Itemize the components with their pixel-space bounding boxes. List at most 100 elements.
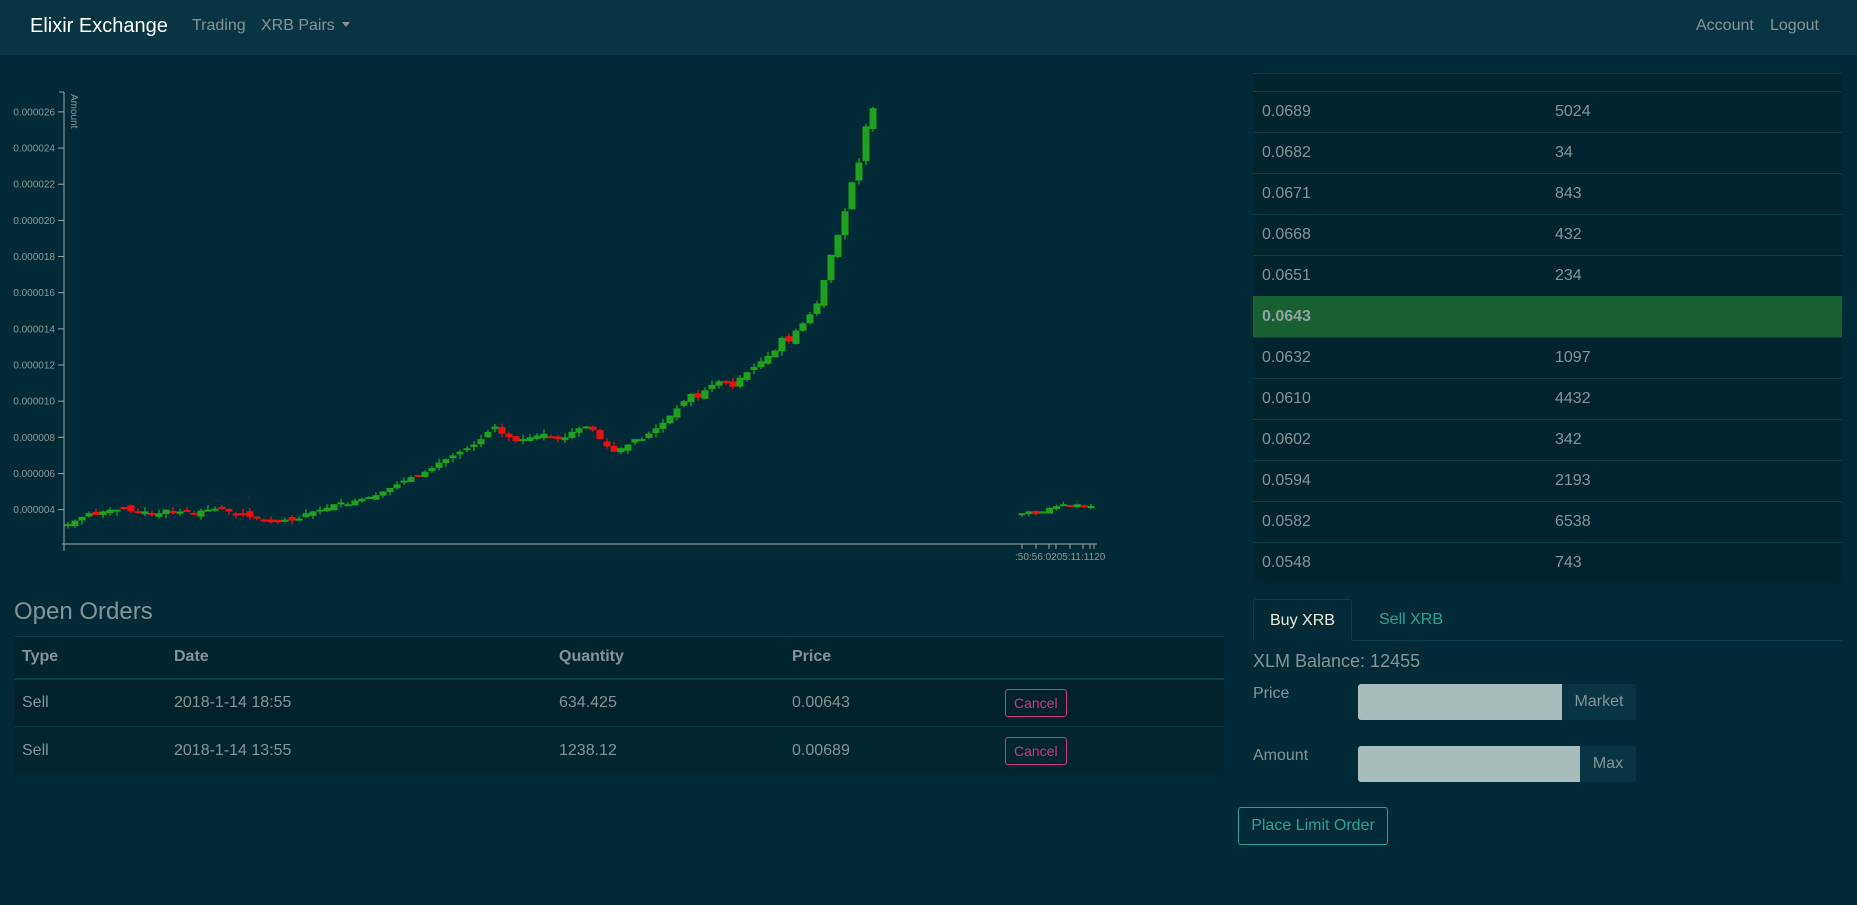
ask-row[interactable]: 0.0651 234 [1253, 255, 1842, 296]
col-date: Date [166, 636, 551, 680]
y-tick-label: 0.000014 [13, 324, 55, 335]
candle-up [799, 323, 807, 331]
order-type: Sell [14, 726, 166, 775]
table-header-row: Type Date Quantity Price [14, 636, 1224, 680]
table-row: Sell 2018-1-14 13:55 1238.12 0.00689 Can… [14, 726, 1224, 775]
candle-up [519, 439, 527, 442]
candle-up [848, 182, 856, 210]
candle-up [470, 444, 478, 448]
ask-row[interactable]: 0.0689 5024 [1253, 91, 1842, 132]
amount-input[interactable] [1358, 746, 1580, 782]
nav-logout[interactable]: Logout [1770, 17, 1819, 35]
candle-up [435, 462, 443, 468]
candle-up [1087, 506, 1095, 509]
bid-row[interactable]: 0.0548 743 [1253, 542, 1842, 583]
navbar: Elixir Exchange Trading XRB Pairs Accoun… [0, 0, 1857, 55]
candles-inset [1018, 501, 1095, 517]
bid-row[interactable]: 0.0602 342 [1253, 419, 1842, 460]
candle-down [120, 507, 128, 510]
tab-sell-xrb[interactable]: Sell XRB [1363, 599, 1459, 641]
y-tick-label: 0.000026 [13, 107, 55, 118]
cancel-order-button[interactable]: Cancel [1005, 688, 1067, 717]
candle-up [358, 498, 366, 502]
candle-up [162, 509, 170, 515]
bid-price: 0.0594 [1262, 472, 1311, 489]
candle-up [176, 511, 184, 514]
candle-up [155, 513, 163, 517]
bid-row[interactable]: 0.0610 4432 [1253, 378, 1842, 419]
trade-tabs: Buy XRB Sell XRB [1253, 599, 1842, 641]
bid-qty: 743 [1555, 554, 1582, 571]
x-axis-ticks [1021, 544, 1095, 549]
candle-down [722, 380, 730, 384]
y-tick-label: 0.000006 [13, 469, 55, 480]
ask-row[interactable]: 0.0668 432 [1253, 214, 1842, 255]
bid-row[interactable]: 0.0594 2193 [1253, 460, 1842, 501]
bid-row[interactable]: 0.0582 6538 [1253, 501, 1842, 542]
nav-xrb-pairs-dropdown[interactable]: XRB Pairs [261, 17, 350, 35]
ask-price: 0.0651 [1262, 267, 1311, 284]
order-date: 2018-1-14 13:55 [166, 726, 551, 775]
candle-down [190, 512, 198, 515]
price-input[interactable] [1358, 684, 1562, 720]
col-actions [997, 636, 1224, 680]
candle-down [246, 511, 254, 517]
nav-trading[interactable]: Trading [192, 17, 246, 35]
ask-qty: 432 [1555, 226, 1582, 243]
candle-up [309, 511, 317, 516]
ask-price: 0.0682 [1262, 144, 1311, 161]
nav-account[interactable]: Account [1696, 17, 1754, 35]
ask-row[interactable]: 0.0682 34 [1253, 132, 1842, 173]
candle-up [813, 303, 821, 314]
candle-down [239, 513, 247, 516]
market-price-button[interactable]: Market [1562, 684, 1636, 720]
candle-down [183, 510, 191, 513]
tab-buy-xrb[interactable]: Buy XRB [1253, 599, 1352, 641]
ask-row[interactable]: 0.0671 843 [1253, 173, 1842, 214]
candle-down [232, 513, 240, 516]
candle-up [652, 428, 660, 434]
candle-down [218, 506, 226, 509]
candle-down [274, 519, 282, 523]
candle-up [344, 504, 352, 507]
candle-up [400, 480, 408, 483]
candle-up [862, 126, 870, 162]
candle-down [554, 436, 562, 440]
candle-up [834, 234, 842, 257]
candle-down [785, 336, 793, 342]
brand-link[interactable]: Elixir Exchange [30, 15, 168, 38]
order-price: 0.00643 [784, 678, 997, 727]
ask-qty: 5024 [1555, 103, 1591, 120]
candle-up [442, 459, 450, 464]
candle-up [631, 439, 639, 443]
candle-up [211, 508, 219, 511]
bid-row[interactable]: 0.0632 1097 [1253, 337, 1842, 378]
candle-up [645, 433, 653, 438]
candle-up [407, 477, 415, 482]
candle-down [589, 426, 597, 431]
candle-down [498, 427, 506, 434]
candle-up [106, 509, 114, 514]
bid-qty: 2193 [1555, 472, 1591, 489]
ask-price: 0.0668 [1262, 226, 1311, 243]
price-label: Price [1253, 685, 1290, 702]
candle-down [169, 511, 177, 514]
candle-up [666, 415, 674, 424]
candle-up [792, 330, 800, 344]
cancel-order-button[interactable]: Cancel [1005, 736, 1067, 765]
candle-down [694, 393, 702, 398]
candle-down [610, 446, 618, 452]
candle-up [78, 516, 86, 521]
place-limit-order-button[interactable]: Place Limit Order [1238, 807, 1388, 845]
col-type: Type [14, 636, 166, 680]
candle-up [624, 444, 632, 451]
y-tick-label: 0.000004 [13, 505, 55, 516]
candle-up [372, 495, 380, 500]
candle-down [596, 430, 604, 440]
candle-up [113, 509, 121, 512]
candle-up [680, 401, 688, 406]
ask-qty: 34 [1555, 144, 1573, 161]
candle-up [330, 504, 338, 511]
max-amount-button[interactable]: Max [1580, 746, 1636, 782]
candle-up [1073, 504, 1081, 508]
